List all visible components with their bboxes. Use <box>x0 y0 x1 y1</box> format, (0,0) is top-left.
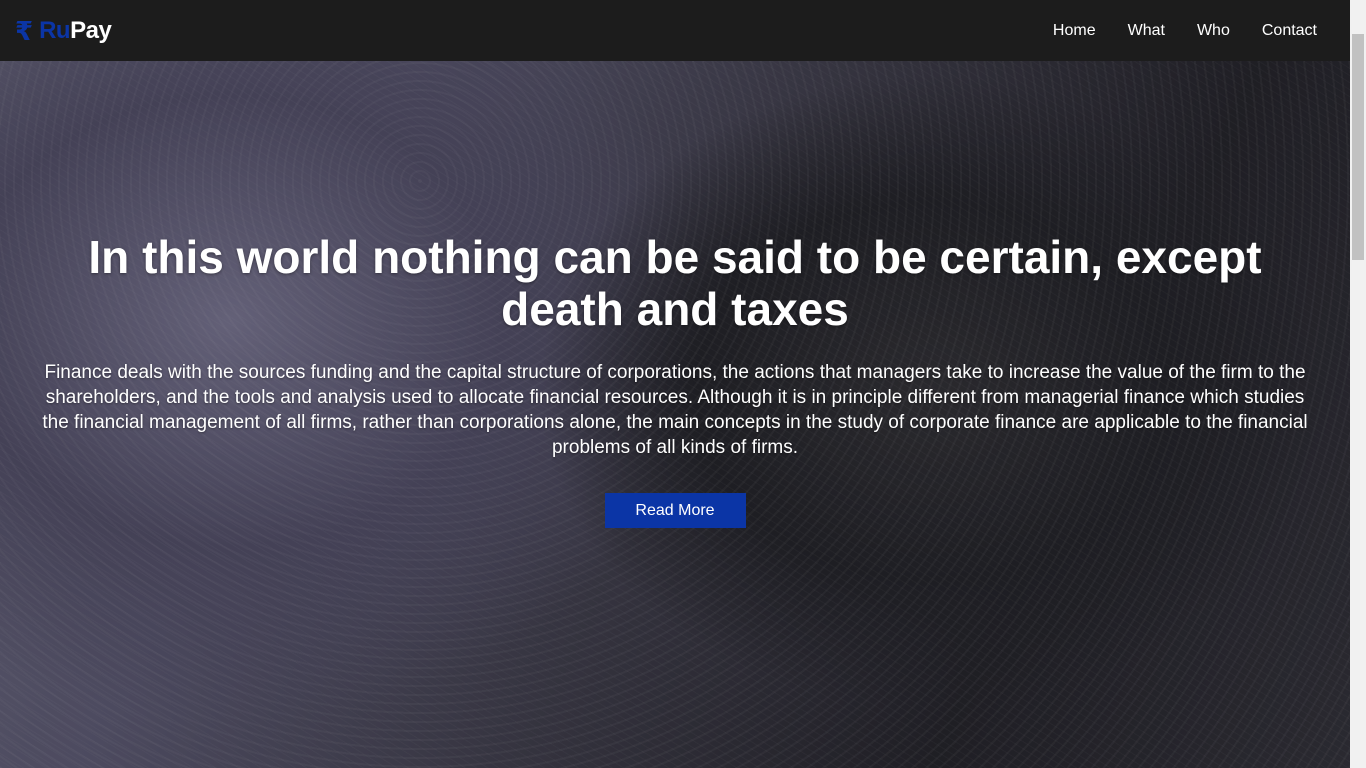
page-scrollbar[interactable] <box>1350 0 1366 768</box>
nav-link-home[interactable]: Home <box>1053 22 1096 39</box>
scrollbar-thumb[interactable] <box>1352 34 1364 260</box>
read-more-button[interactable]: Read More <box>604 493 746 528</box>
nav-link-what[interactable]: What <box>1128 22 1165 39</box>
hero-text: Finance deals with the sources funding a… <box>42 362 1308 458</box>
brand-name: RuPay <box>39 16 112 45</box>
page: ₹ RuPay Home What Who Contact In this wo… <box>0 0 1350 768</box>
navbar: ₹ RuPay Home What Who Contact <box>0 0 1350 61</box>
nav-link-who[interactable]: Who <box>1197 22 1230 39</box>
nav-menu: Home What Who Contact <box>1053 22 1317 40</box>
rupee-icon: ₹ <box>15 15 34 46</box>
brand-pay: Pay <box>70 16 112 44</box>
hero-content: In this world nothing can be said to be … <box>0 231 1350 528</box>
brand-logo[interactable]: ₹ RuPay <box>15 15 112 46</box>
hero-title: In this world nothing can be said to be … <box>88 231 1262 335</box>
brand-ru: Ru <box>39 16 71 44</box>
hero-section: In this world nothing can be said to be … <box>0 61 1350 768</box>
nav-link-contact[interactable]: Contact <box>1262 22 1317 39</box>
